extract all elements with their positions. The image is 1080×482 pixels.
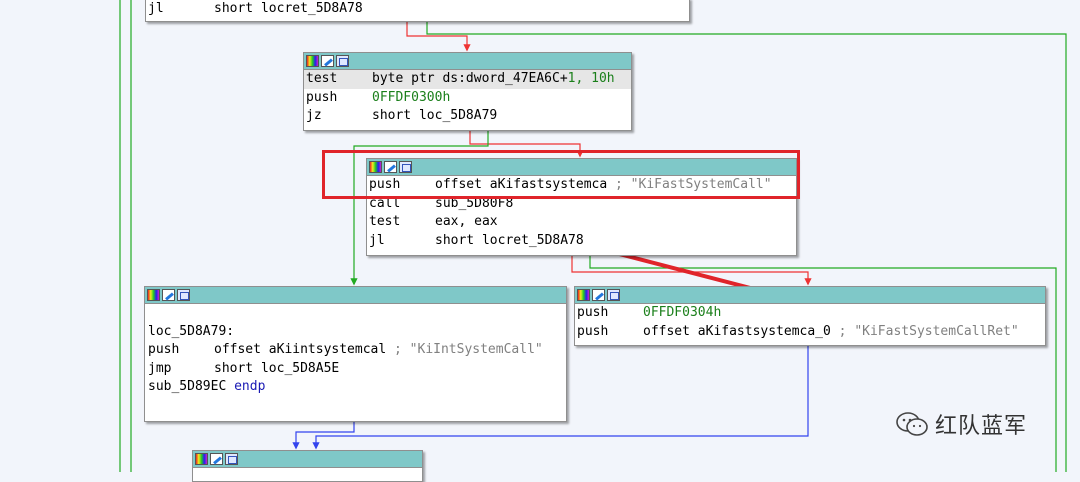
operand: offset aKifastsystemca_0 [643,323,839,339]
operand: byte ptr ds:dword_47EA6C+ [372,71,568,86]
graph-icon[interactable] [225,453,238,465]
watermark-text: 红队蓝军 [935,414,1028,439]
operand: short loc_5D8A79 [372,108,498,123]
comment: ; "KiIntSystemCall" [394,342,543,357]
watermark: 红队蓝军 [895,408,1027,440]
immediate: 0FFDF0304h [643,305,722,320]
operand: short loc_5D8A5E [214,360,340,376]
label: loc_5D8A79: [148,323,235,339]
rename-icon[interactable] [592,289,605,301]
graph-view[interactable]: jl short locret_5D8A78 test byte ptr ds:dw… [0,0,1080,482]
mnemonic: jl [148,1,164,16]
node-header [145,287,566,304]
edge-n1-false [406,22,471,52]
node-header [304,53,631,70]
asm-line[interactable]: jmp short loc_5D8A5E [145,360,566,379]
color-icon[interactable] [147,289,160,301]
asm-line[interactable]: push offset aKifastsystemca_0 ; "KiFastSy… [575,323,1045,342]
node-header [193,451,422,468]
code-block-loc-5d8a79[interactable]: loc_5D8A79: push offset aKiintsystemcal ;… [144,286,567,422]
code-block-bottom[interactable] [192,450,423,482]
mnemonic: push [577,305,609,320]
code-block-push-kifastsystemcallret[interactable]: push 0FFDF0304h push offset aKifastsystemc… [574,286,1046,346]
comment: ; "KiFastSystemCallRet" [838,323,1019,339]
code-block-jl-locret[interactable]: jl short locret_5D8A78 [145,0,690,22]
graph-icon[interactable] [177,289,190,301]
immediate: 0FFDF0300h [372,89,451,105]
graph-icon[interactable] [336,55,349,67]
mnemonic: push [577,323,609,339]
edge-n4-jump [292,422,355,450]
edge-n3-false [571,256,812,286]
code-block-test-dword[interactable]: test byte ptr ds:dword_47EA6C+1, 10h push… [303,52,632,131]
operand: short locret_5D8A78 [214,1,363,16]
color-icon[interactable] [577,289,590,301]
annotation-highlight-box [322,150,800,199]
keyword: endp [234,379,266,394]
rename-icon[interactable] [162,289,175,301]
asm-line[interactable]: push 0FFDF0304h [575,304,1045,323]
color-icon[interactable] [306,55,319,67]
asm-line: jl short locret_5D8A78 [146,0,689,19]
label: sub_5D89EC [148,379,235,394]
mnemonic: jl [369,232,385,248]
mnemonic: jmp [148,360,172,376]
rename-icon[interactable] [321,55,334,67]
asm-line[interactable]: push 0FFDF0300h [304,89,631,108]
asm-line[interactable]: push offset aKiintsystemcal ; "KiIntSyste… [145,341,566,360]
operand: eax, eax [435,214,498,229]
operand: offset aKiintsystemcal [214,342,395,357]
rename-icon[interactable] [210,453,223,465]
node-header [575,287,1045,304]
mnemonic: test [369,214,401,229]
asm-line[interactable]: jz short loc_5D8A79 [304,107,631,126]
color-icon[interactable] [195,453,208,465]
asm-line-selected[interactable]: test byte ptr ds:dword_47EA6C+1, 10h [304,70,631,89]
mnemonic: push [306,89,338,105]
asm-line[interactable]: test eax, eax [367,213,796,232]
asm-line[interactable]: loc_5D8A79: [145,323,566,342]
operand: short locret_5D8A78 [435,232,584,248]
asm-line[interactable]: jl short locret_5D8A78 [367,232,796,251]
mnemonic: jz [306,108,322,123]
asm-line[interactable]: sub_5D89EC endp [145,378,566,397]
mnemonic: push [148,342,180,357]
graph-icon[interactable] [607,289,620,301]
asm-line-blank [145,304,566,323]
mnemonic: test [306,71,338,86]
immediate: 1, 10h [567,71,615,86]
wechat-icon [896,412,928,436]
